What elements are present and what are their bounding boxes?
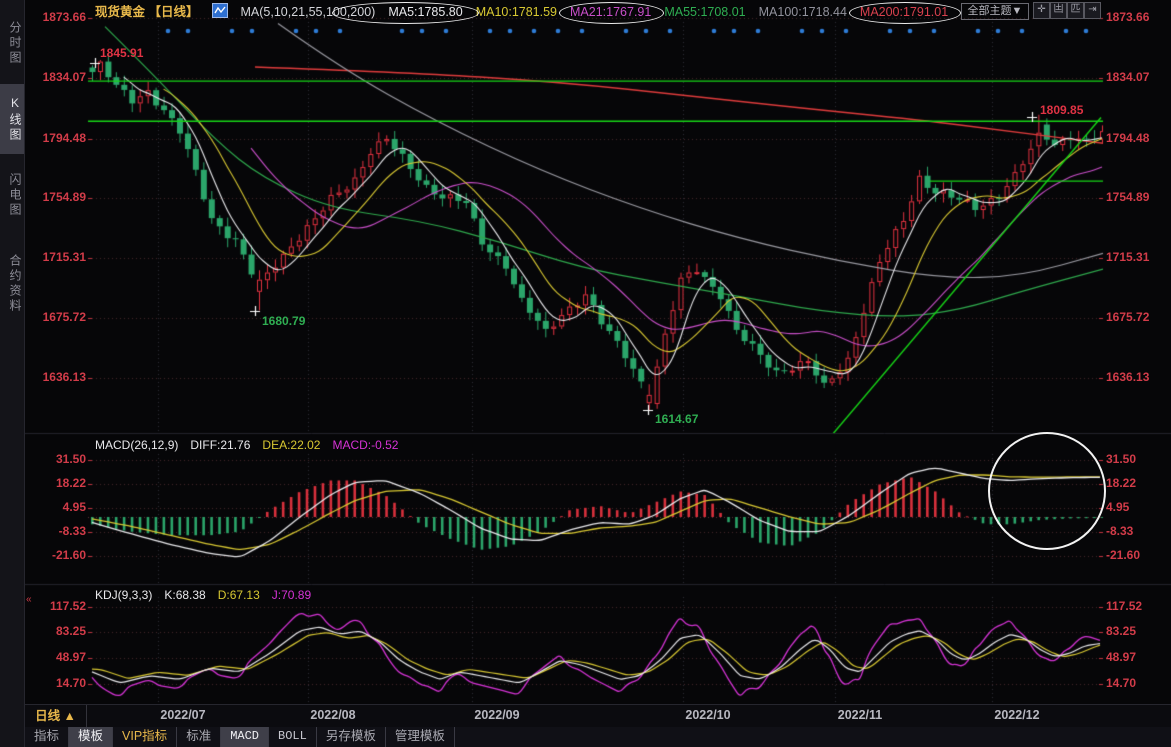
pane-chart-icon[interactable]: 匹 xyxy=(1067,2,1084,19)
date-label-2022-08: 2022/08 xyxy=(310,708,355,722)
macd-axis-label-left-1: 31.50 xyxy=(28,452,86,466)
pane-grid-icon[interactable]: 凷 xyxy=(1050,2,1067,19)
kdj-k-value: K:68.38 xyxy=(164,588,205,602)
price-axis-label-right-1: 1873.66 xyxy=(1106,10,1149,24)
macd-header: MACD(26,12,9) DIFF:21.76 DEA:22.02 MACD:… xyxy=(95,438,398,452)
chart-canvas[interactable] xyxy=(0,0,1171,747)
annotation-ellipse xyxy=(849,2,961,24)
sidebar-tab-4[interactable]: 合约资料 xyxy=(0,238,24,330)
left-sidebar: 分时图 K线图闪电图合约资料 xyxy=(0,0,25,747)
date-label-2022-12: 2022/12 xyxy=(994,708,1039,722)
macd-axis-label-right-1: 31.50 xyxy=(1106,452,1136,466)
macd-diff-value: DIFF:21.76 xyxy=(190,438,250,452)
symbol-title: 现货黄金 【日线】 xyxy=(95,4,199,21)
macd-axis-label-right-2: 18.22 xyxy=(1106,476,1136,490)
period-selector-button[interactable]: 日线 ▲ xyxy=(25,705,87,727)
macd-axis-label-left-4: -8.33 xyxy=(28,524,86,538)
kdj-axis-label-left-1: 117.52 xyxy=(28,599,86,613)
toolbar-tab-5[interactable]: MACD xyxy=(221,727,269,747)
kdj-axis-label-right-1: 117.52 xyxy=(1106,599,1142,613)
date-label-2022-11: 2022/11 xyxy=(838,708,883,722)
collapse-panel-icon[interactable]: ⇥ xyxy=(1084,2,1101,19)
trading-app-window: { "header": { "symbol": "现货黄金", "timefra… xyxy=(0,0,1171,747)
price-axis-label-right-2: 1834.07 xyxy=(1106,70,1149,84)
kdj-d-value: D:67.13 xyxy=(218,588,260,602)
price-axis-label-left-5: 1715.31 xyxy=(28,250,86,264)
annotation-ellipse xyxy=(559,2,664,24)
macd-axis-label-left-2: 18.22 xyxy=(28,476,86,490)
price-axis-label-left-1: 1873.66 xyxy=(28,10,86,24)
price-axis-label-left-4: 1754.89 xyxy=(28,190,86,204)
indicator-icon[interactable] xyxy=(212,3,228,22)
date-label-2022-07: 2022/07 xyxy=(160,708,205,722)
toolbar-tab-8[interactable]: 管理模板 xyxy=(386,727,455,747)
crosshair-icon[interactable]: ✛ xyxy=(1033,2,1050,19)
kdj-header: KDJ(9,3,3) K:68.38 D:67.13 J:70.89 xyxy=(95,588,311,602)
kdj-axis-label-left-3: 48.97 xyxy=(28,650,86,664)
kdj-axis-label-right-3: 48.97 xyxy=(1106,650,1136,664)
date-label-2022-09: 2022/09 xyxy=(474,708,519,722)
price-axis-label-left-7: 1636.13 xyxy=(28,370,86,384)
macd-title: MACD(26,12,9) xyxy=(95,438,178,452)
price-axis-label-left-6: 1675.72 xyxy=(28,310,86,324)
bottom-toolbar: 指标模板VIP指标标准MACDBOLL另存模板管理模板 xyxy=(25,727,1171,747)
kdj-axis-label-left-2: 83.25 xyxy=(28,624,86,638)
kdj-axis-label-right-4: 14.70 xyxy=(1106,676,1136,690)
ma-value-2: MA10:1781.59 xyxy=(476,4,557,21)
price-axis-label-right-5: 1715.31 xyxy=(1106,250,1149,264)
ma-value-1: MA5:1785.80 xyxy=(388,4,462,21)
kdj-axis-label-left-4: 14.70 xyxy=(28,676,86,690)
price-axis-label-right-6: 1675.72 xyxy=(1106,310,1149,324)
price-annotation-1809.85: 1809.85 xyxy=(1040,103,1083,117)
ma-values: MA5:1785.80 MA10:1781.59 MA21:1767.91 MA55:… xyxy=(388,4,948,21)
price-annotation-1845.91: 1845.91 xyxy=(100,46,143,60)
ma-value-6: MA200:1791.01 xyxy=(860,4,948,21)
macd-axis-label-left-3: 4.95 xyxy=(28,500,86,514)
price-axis-label-left-3: 1794.48 xyxy=(28,131,86,145)
ma-value-3: MA21:1767.91 xyxy=(570,4,651,21)
toolbar-tab-7[interactable]: 另存模板 xyxy=(317,727,386,747)
kdj-title: KDJ(9,3,3) xyxy=(95,588,152,602)
sidebar-tab-1[interactable]: 分时图 xyxy=(0,8,24,78)
date-label-2022-10: 2022/10 xyxy=(685,708,730,722)
macd-axis-label-right-3: 4.95 xyxy=(1106,500,1129,514)
price-axis-label-right-4: 1754.89 xyxy=(1106,190,1149,204)
ma-value-5: MA100:1718.44 xyxy=(759,4,847,21)
price-annotation-1614.67: 1614.67 xyxy=(655,412,698,426)
macd-macd-value: MACD:-0.52 xyxy=(332,438,398,452)
chart-header: 现货黄金 【日线】 MA(5,10,21,55,100,200) MA5:178… xyxy=(95,3,948,21)
toolbar-tab-4[interactable]: 标准 xyxy=(177,727,221,747)
toolbar-tab-2[interactable]: 模板 xyxy=(69,727,113,747)
macd-axis-label-right-4: -8.33 xyxy=(1106,524,1133,538)
macd-dea-value: DEA:22.02 xyxy=(262,438,320,452)
kdj-collapse-icon[interactable]: « xyxy=(26,594,32,605)
toolbar-tab-3[interactable]: VIP指标 xyxy=(113,727,177,747)
theme-dropdown[interactable]: 全部主题▼ xyxy=(961,3,1029,20)
sidebar-tab-3[interactable]: 闪电图 xyxy=(0,160,24,230)
ma-value-4: MA55:1708.01 xyxy=(664,4,745,21)
toolbar-tab-6[interactable]: BOLL xyxy=(269,727,317,747)
date-axis-row: 日线 ▲ 2022/07 2022/08 2022/09 2022/10 2022/11… xyxy=(25,704,1171,728)
price-axis-label-right-3: 1794.48 xyxy=(1106,131,1149,145)
macd-axis-label-left-5: -21.60 xyxy=(28,548,86,562)
kdj-j-value: J:70.89 xyxy=(272,588,311,602)
price-axis-label-left-2: 1834.07 xyxy=(28,70,86,84)
macd-axis-label-right-5: -21.60 xyxy=(1106,548,1140,562)
kdj-axis-label-right-2: 83.25 xyxy=(1106,624,1136,638)
price-axis-label-right-7: 1636.13 xyxy=(1106,370,1149,384)
ma-group-label: MA(5,10,21,55,100,200) xyxy=(241,4,376,21)
price-annotation-1680.79: 1680.79 xyxy=(262,314,305,328)
sidebar-tab-2[interactable]: K线图 xyxy=(0,84,24,154)
toolbar-tab-1[interactable]: 指标 xyxy=(25,727,69,747)
